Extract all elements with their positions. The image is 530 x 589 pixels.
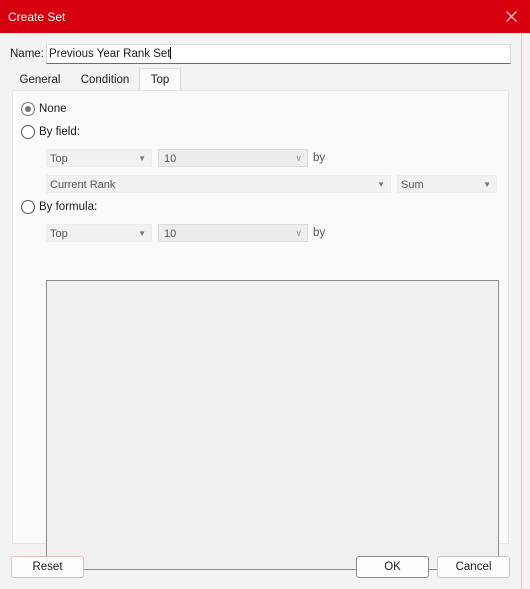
name-input-value: Previous Year Rank Set bbox=[49, 48, 171, 60]
ok-button[interactable]: OK bbox=[356, 556, 429, 578]
close-icon[interactable] bbox=[502, 6, 520, 26]
by-field-aggregation-dropdown[interactable]: Sum ▼ bbox=[397, 175, 497, 193]
name-input[interactable]: Previous Year Rank Set bbox=[46, 44, 511, 64]
text-caret bbox=[170, 47, 172, 59]
formula-editor[interactable] bbox=[46, 280, 499, 570]
create-set-dialog: Name: Previous Year Rank Set General Con… bbox=[0, 33, 522, 589]
top-tab-panel: None By field: Top ▼ 10 ∨ by Current Ran… bbox=[12, 90, 509, 570]
by-formula-by-label: by bbox=[313, 227, 326, 239]
by-formula-direction-dropdown[interactable]: Top ▼ bbox=[46, 224, 152, 242]
tab-general[interactable]: General bbox=[12, 69, 68, 91]
by-field-field-dropdown[interactable]: Current Rank ▼ bbox=[46, 175, 391, 193]
tab-top[interactable]: Top bbox=[139, 68, 181, 91]
by-field-count-combo[interactable]: 10 ∨ bbox=[158, 149, 308, 167]
background-strip bbox=[522, 33, 530, 589]
none-label: None bbox=[39, 103, 67, 115]
by-field-radio[interactable] bbox=[21, 125, 35, 139]
chevron-down-icon: ∨ bbox=[295, 228, 302, 238]
chevron-down-icon: ▼ bbox=[138, 229, 146, 238]
by-formula-label: By formula: bbox=[39, 201, 98, 213]
name-label: Name: bbox=[10, 48, 44, 60]
by-field-by-label: by bbox=[313, 152, 326, 164]
by-formula-radio[interactable] bbox=[21, 200, 35, 214]
by-field-direction-dropdown[interactable]: Top ▼ bbox=[46, 149, 152, 167]
chevron-down-icon: ▼ bbox=[377, 180, 385, 189]
none-radio[interactable] bbox=[21, 102, 35, 116]
by-formula-count-combo[interactable]: 10 ∨ bbox=[158, 224, 308, 242]
window-title: Create Set bbox=[8, 10, 66, 24]
title-bar: Create Set bbox=[0, 0, 530, 33]
cancel-button[interactable]: Cancel bbox=[437, 556, 510, 578]
chevron-down-icon: ▼ bbox=[483, 180, 491, 189]
chevron-down-icon: ∨ bbox=[295, 153, 302, 163]
reset-button[interactable]: Reset bbox=[11, 556, 84, 578]
chevron-down-icon: ▼ bbox=[138, 154, 146, 163]
tab-condition[interactable]: Condition bbox=[74, 69, 136, 91]
by-field-label: By field: bbox=[39, 126, 80, 138]
